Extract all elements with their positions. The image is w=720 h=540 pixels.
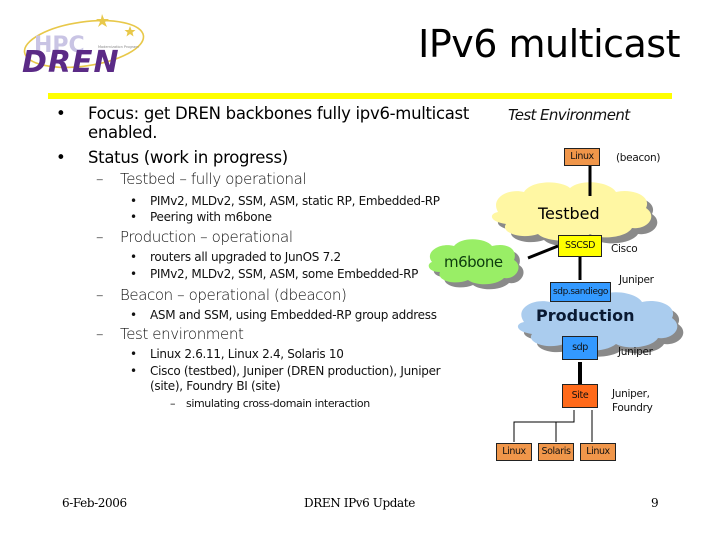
status-test-environment: Test environment xyxy=(120,325,244,343)
status-testbed: Testbed – fully operational xyxy=(120,170,307,188)
title-underline xyxy=(48,93,672,99)
star-icon xyxy=(124,26,136,37)
dash-marker: – xyxy=(96,325,104,343)
bullet-marker: • xyxy=(130,364,137,378)
bullet-focus-line1: Focus: get DREN backbones fully ipv6-mul… xyxy=(88,104,470,123)
beacon-linux-node[interactable]: Linux xyxy=(564,148,600,166)
test-env-detail: Linux 2.6.11, Linux 2.4, Solaris 10 xyxy=(150,347,344,361)
bullet-marker: • xyxy=(56,148,66,167)
sdp-sandiego-vendor-label: Juniper xyxy=(619,274,654,286)
dash-marker: – xyxy=(96,170,104,188)
bullet-marker: • xyxy=(130,267,137,281)
test-env-detail: Cisco (testbed), Juniper (DREN productio… xyxy=(150,364,441,378)
m6bone-cloud-label: m6bone xyxy=(444,253,503,271)
bullet-focus-line2: enabled. xyxy=(88,123,158,142)
testbed-detail: Peering with m6bone xyxy=(150,210,272,224)
bullet-marker: • xyxy=(130,308,137,322)
dash-marker: – xyxy=(170,397,176,410)
dash-marker: – xyxy=(96,228,104,246)
bullet-marker: • xyxy=(56,104,66,123)
bullet-marker: • xyxy=(130,250,137,264)
sdp-vendor-label: Juniper xyxy=(618,346,653,358)
production-cloud-label: Production xyxy=(536,306,635,325)
sdp-node[interactable]: sdp xyxy=(562,336,598,360)
bullet-marker: • xyxy=(130,347,137,361)
host-solaris-node[interactable]: Solaris xyxy=(538,443,574,461)
page-number: 9 xyxy=(651,496,659,510)
svg-text:DREN: DREN xyxy=(22,45,120,78)
dash-marker: – xyxy=(96,286,104,304)
bullet-marker: • xyxy=(130,210,137,224)
host-linux-node[interactable]: Linux xyxy=(496,443,532,461)
testbed-cloud-label: Testbed xyxy=(538,204,600,223)
site-vendor-label: Foundry xyxy=(612,402,653,414)
beacon-detail: ASM and SSM, using Embedded-RP group add… xyxy=(150,308,437,322)
test-env-detail: (site), Foundry BI (site) xyxy=(150,379,281,393)
production-detail: PIMv2, MLDv2, SSM, ASM, some Embedded-RP xyxy=(150,267,419,281)
status-production: Production – operational xyxy=(120,228,293,246)
host-linux-node[interactable]: Linux xyxy=(580,443,616,461)
link-site-host1 xyxy=(513,410,575,442)
sdp-sandiego-node[interactable]: sdp.sandiego xyxy=(550,282,611,302)
sscsd-vendor-label: Cisco xyxy=(611,243,638,255)
dren-logo: HPC Modernization Program DREN xyxy=(14,8,174,80)
bullet-marker: • xyxy=(130,194,137,208)
bullet-status: Status (work in progress) xyxy=(88,148,288,167)
sscsd-node[interactable]: SSCSD xyxy=(558,235,602,257)
production-detail: routers all upgraded to JunOS 7.2 xyxy=(150,250,341,264)
link-m6bone-sscsd xyxy=(527,244,559,260)
testbed-detail: PIMv2, MLDv2, SSM, ASM, static RP, Embed… xyxy=(150,194,440,208)
status-beacon: Beacon – operational (dbeacon) xyxy=(120,286,347,304)
test-env-subdetail: simulating cross-domain interaction xyxy=(186,397,370,410)
beacon-label: (beacon) xyxy=(616,152,661,164)
site-node[interactable]: Site xyxy=(562,384,598,408)
site-vendor-label: Juniper, xyxy=(612,388,650,400)
footer-title: DREN IPv6 Update xyxy=(304,496,415,510)
footer-date: 6-Feb-2006 xyxy=(62,496,127,510)
test-environment-diagram: Test Environment Testbed m6bone Producti… xyxy=(420,100,720,470)
slide-title: IPv6 multicast xyxy=(418,22,680,66)
